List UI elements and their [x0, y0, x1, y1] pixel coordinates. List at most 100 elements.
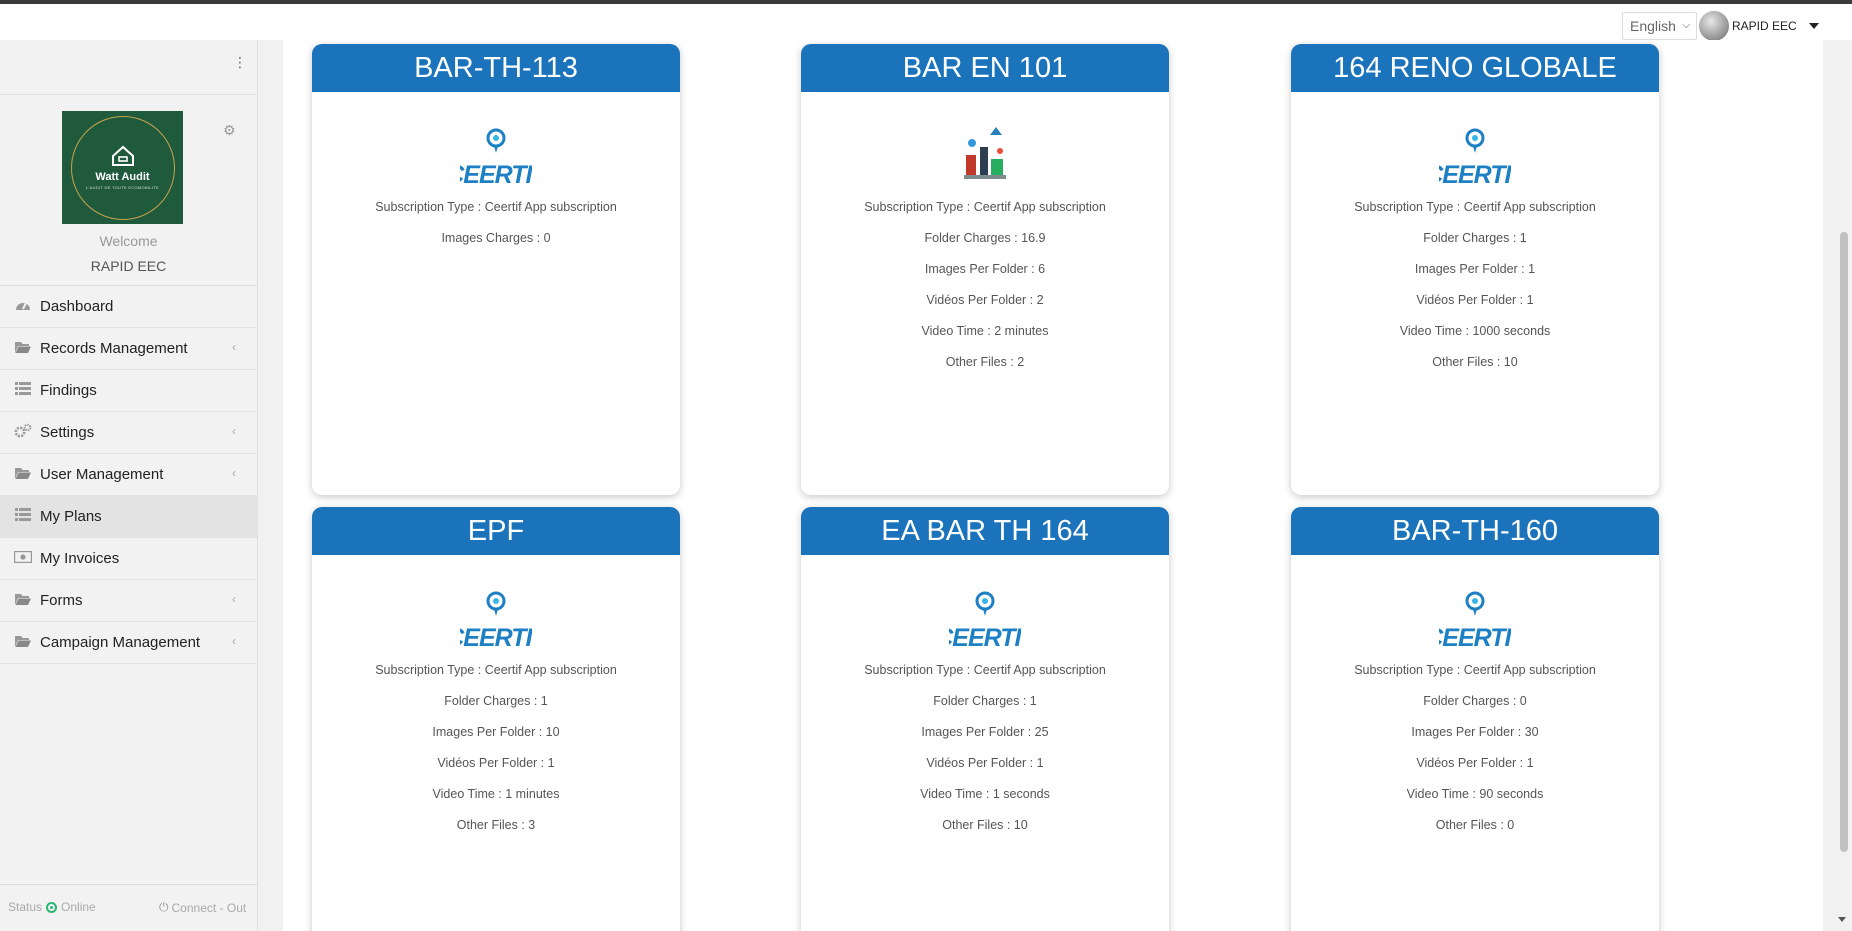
- folder-icon: [12, 634, 34, 652]
- plan-card[interactable]: EA BAR TH 164 CEERTIF Subscription Type : …: [801, 507, 1169, 931]
- sidebar-item-user-management[interactable]: User Management ‹: [0, 454, 257, 496]
- ceertif-logo: CEERTIF: [312, 125, 680, 189]
- svg-text:CEERTIF: CEERTIF: [1439, 161, 1511, 189]
- house-icon: [111, 145, 134, 166]
- welcome-label: Welcome: [99, 233, 158, 249]
- sidebar-item-label: Records Management: [40, 340, 188, 357]
- gear-icon[interactable]: ⚙: [223, 122, 236, 139]
- chevron-down-icon: ⌵: [1682, 20, 1690, 31]
- ceertif-logo: CEERTIF: [1291, 588, 1659, 652]
- dashboard-icon: [12, 298, 34, 316]
- illustration-logo: [801, 125, 1169, 189]
- plan-title: BAR-TH-113: [312, 44, 680, 92]
- ceertif-logo: CEERTIF: [1291, 125, 1659, 189]
- language-value: English: [1630, 18, 1676, 34]
- sidebar-item-label: Findings: [40, 382, 97, 399]
- user-menu-name[interactable]: RAPID EEC: [1732, 19, 1797, 33]
- sidebar-menu: Dashboard Records Management ‹ Findings Sett…: [0, 285, 257, 664]
- sidebar-item-dashboard[interactable]: Dashboard: [0, 286, 257, 328]
- plans-grid: BAR-TH-113 CEERTIF Subscription Type : Cee…: [283, 40, 1823, 931]
- chevron-left-icon: ‹: [232, 634, 236, 648]
- scrollbar-thumb[interactable]: [1840, 232, 1848, 852]
- plan-detail-line: Folder Charges : 1: [444, 694, 548, 708]
- avatar[interactable]: [1699, 11, 1729, 41]
- plan-detail-line: Other Files : 0: [1435, 818, 1515, 832]
- plan-detail-line: Subscription Type : Ceertif App subscrip…: [375, 663, 617, 677]
- sidebar-item-findings[interactable]: Findings: [0, 370, 257, 412]
- logout-link[interactable]: ⏻ Connect - Out: [159, 900, 246, 915]
- plan-detail-line: Subscription Type : Ceertif App subscrip…: [864, 200, 1106, 214]
- plan-details: Subscription Type : Ceertif App subscrip…: [801, 199, 1169, 385]
- plan-card[interactable]: BAR EN 101 Subscription Type : Ceertif Ap…: [801, 44, 1169, 495]
- plan-detail-line: Subscription Type : Ceertif App subscrip…: [1354, 200, 1596, 214]
- plan-detail-line: Vidéos Per Folder : 2: [926, 293, 1044, 307]
- plan-detail-line: Vidéos Per Folder : 1: [926, 756, 1044, 770]
- sidebar-item-label: Dashboard: [40, 298, 114, 315]
- chevron-left-icon: ‹: [232, 424, 236, 438]
- sidebar-item-campaign-management[interactable]: Campaign Management ‹: [0, 622, 257, 664]
- folder-icon: [12, 466, 34, 484]
- plan-detail-line: Video Time : 1000 seconds: [1399, 324, 1551, 338]
- kebab-menu-icon[interactable]: ⋮: [233, 54, 247, 71]
- list-icon: [12, 382, 34, 399]
- power-icon[interactable]: ⏻: [159, 900, 169, 915]
- plan-detail-line: Video Time : 1 minutes: [432, 787, 560, 801]
- plan-card[interactable]: EPF CEERTIF Subscription Type : Ceertif Ap…: [312, 507, 680, 931]
- plan-card[interactable]: BAR-TH-113 CEERTIF Subscription Type : Cee…: [312, 44, 680, 495]
- user-menu[interactable]: RAPID EEC: [1699, 11, 1819, 41]
- logout-label[interactable]: Connect - Out: [172, 901, 247, 915]
- plan-card[interactable]: 164 RENO GLOBALE CEERTIF Subscription Type…: [1291, 44, 1659, 495]
- caret-down-icon[interactable]: [1808, 23, 1819, 29]
- plan-detail-line: Other Files : 10: [1432, 355, 1518, 369]
- company-logo: Watt Audit L'AUDIT DE TOUTE ECOMOBILITE: [62, 111, 183, 224]
- sidebar-item-settings[interactable]: Settings ‹: [0, 412, 257, 454]
- plan-detail-line: Folder Charges : 1: [1423, 231, 1527, 245]
- plan-detail-line: Images Charges : 0: [441, 231, 551, 245]
- sidebar-item-my-invoices[interactable]: My Invoices: [0, 538, 257, 580]
- sidebar-header: ⋮: [0, 40, 257, 95]
- sidebar-profile: Watt Audit L'AUDIT DE TOUTE ECOMOBILITE …: [0, 95, 257, 285]
- sidebar-item-my-plans[interactable]: My Plans: [0, 496, 257, 538]
- plan-detail-line: Images Per Folder : 10: [432, 725, 560, 739]
- plan-detail-line: Vidéos Per Folder : 1: [1416, 293, 1534, 307]
- plan-detail-line: Video Time : 2 minutes: [921, 324, 1049, 338]
- chevron-left-icon: ‹: [232, 592, 236, 606]
- plan-title: 164 RENO GLOBALE: [1291, 44, 1659, 92]
- plan-title: EA BAR TH 164: [801, 507, 1169, 555]
- profile-name: RAPID EEC: [90, 258, 167, 274]
- chevron-left-icon: ‹: [232, 466, 236, 480]
- svg-text:CEERTIF: CEERTIF: [460, 624, 532, 652]
- folder-icon: [12, 340, 34, 358]
- plan-title: BAR EN 101: [801, 44, 1169, 92]
- sidebar-item-label: Campaign Management: [40, 634, 201, 651]
- plan-detail-line: Other Files : 10: [942, 818, 1028, 832]
- sidebar-item-forms[interactable]: Forms ‹: [0, 580, 257, 622]
- language-select[interactable]: English ⌵: [1622, 12, 1697, 40]
- status-label: Status: [8, 900, 43, 914]
- status-indicator: Status Online: [8, 900, 96, 914]
- scroll-down-arrow-icon[interactable]: [1838, 917, 1846, 922]
- plan-detail-line: Images Per Folder : 25: [921, 725, 1049, 739]
- plan-detail-line: Vidéos Per Folder : 1: [1416, 756, 1534, 770]
- plan-detail-line: Video Time : 90 seconds: [1406, 787, 1544, 801]
- logo-ring: Watt Audit L'AUDIT DE TOUTE ECOMOBILITE: [70, 115, 175, 220]
- logo-name: Watt Audit: [95, 171, 150, 183]
- ceertif-logo: CEERTIF: [312, 588, 680, 652]
- plan-detail-line: Other Files : 2: [945, 355, 1025, 369]
- svg-text:CEERTIF: CEERTIF: [1439, 624, 1511, 652]
- plan-detail-line: Folder Charges : 0: [1423, 694, 1527, 708]
- plan-card[interactable]: BAR-TH-160 CEERTIF Subscription Type : Cee…: [1291, 507, 1659, 931]
- plan-title: EPF: [312, 507, 680, 555]
- chevron-left-icon: ‹: [232, 340, 236, 354]
- folder-icon: [12, 592, 34, 610]
- sidebar-item-label: User Management: [40, 466, 164, 483]
- plan-details: Subscription Type : Ceertif App subscrip…: [1291, 662, 1659, 848]
- sidebar-item-records-management[interactable]: Records Management ‹: [0, 328, 257, 370]
- plan-detail-line: Subscription Type : Ceertif App subscrip…: [864, 663, 1106, 677]
- plan-detail-line: Other Files : 3: [456, 818, 536, 832]
- money-icon: [12, 550, 34, 567]
- svg-text:CEERTIF: CEERTIF: [460, 161, 532, 189]
- plan-detail-line: Folder Charges : 1: [933, 694, 1037, 708]
- top-navbar: English ⌵ RAPID EEC: [0, 4, 1852, 41]
- ceertif-logo: CEERTIF: [801, 588, 1169, 652]
